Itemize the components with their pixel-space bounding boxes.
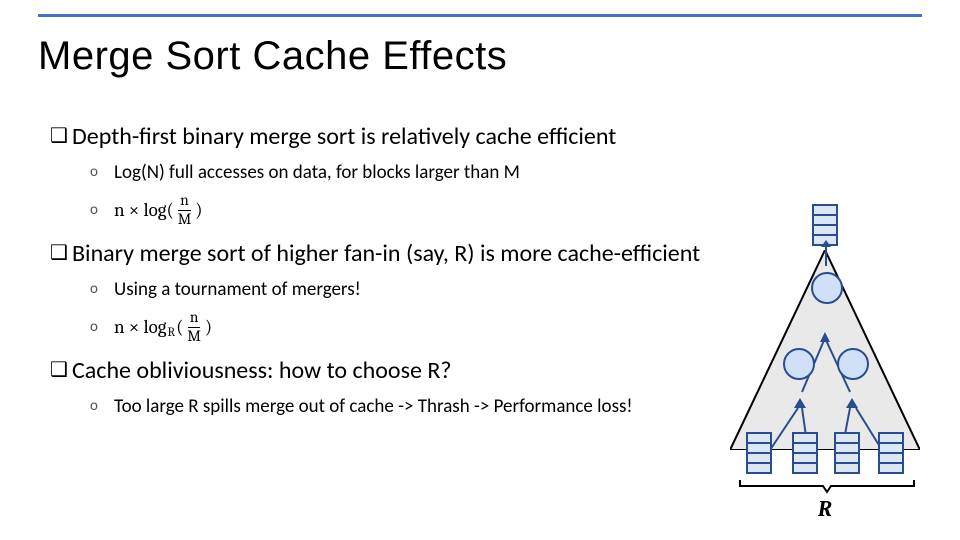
tree-node (837, 348, 869, 380)
subbullet-text: Using a tournament of mergers! (114, 278, 361, 301)
fraction: n M (185, 310, 203, 343)
bullet-depth-first: ❑ Depth-first binary merge sort is relat… (50, 122, 930, 151)
buffer-cell (834, 452, 860, 462)
buffer-cell (746, 452, 772, 462)
circle-bullet-icon: o (90, 395, 114, 417)
subbullet-text: Too large R spills merge out of cache ->… (114, 395, 633, 418)
numerator: n (178, 193, 190, 210)
buffer-cell (746, 432, 772, 442)
square-bullet-icon: ❑ (50, 239, 72, 267)
bullet-text: Binary merge sort of higher fan-in (say,… (72, 239, 700, 268)
slide-title: Merge Sort Cache Effects (38, 34, 507, 79)
square-bullet-icon: ❑ (50, 122, 72, 150)
input-buffer-stack (834, 432, 860, 474)
brace-icon (738, 478, 916, 494)
buffer-cell (878, 462, 904, 474)
tree-node-root (811, 272, 843, 304)
tree-node (783, 348, 815, 380)
buffer-cell (812, 204, 838, 214)
arrow-up-icon (825, 246, 827, 266)
buffer-cell (746, 462, 772, 474)
numerator: n (188, 310, 200, 327)
subbullet-logn: o Log(N) full accesses on data, for bloc… (90, 155, 930, 189)
buffer-cell (878, 442, 904, 452)
buffer-cell (834, 442, 860, 452)
denominator: M (176, 211, 194, 227)
formula-part: ) (195, 199, 202, 221)
input-buffer-stack (878, 432, 904, 474)
bullet-text: Depth-first binary merge sort is relativ… (72, 122, 616, 151)
formula-nlogR-nm: n × log R ( n M ) (114, 310, 212, 343)
formula-part: ( (176, 316, 183, 338)
circle-bullet-icon: o (90, 278, 114, 300)
buffer-cell (792, 462, 818, 474)
formula-part: n × log (114, 316, 166, 338)
buffer-cell (792, 442, 818, 452)
circle-bullet-icon: o (90, 199, 114, 221)
buffer-cell (834, 432, 860, 442)
square-bullet-icon: ❑ (50, 356, 72, 384)
buffer-cell (792, 432, 818, 442)
formula-nlog-nm: n × log( n M ) (114, 193, 203, 226)
formula-part: ) (205, 316, 212, 338)
input-buffer-stack (746, 432, 772, 474)
fanin-label: R (710, 496, 940, 522)
bullet-text: Cache obliviousness: how to choose R? (72, 356, 452, 385)
subscript-R: R (167, 326, 175, 340)
subbullet-text: Log(N) full accesses on data, for blocks… (114, 161, 520, 184)
buffer-cell (746, 442, 772, 452)
formula-part: n × log( (114, 199, 174, 221)
fanin-tree-diagram: R (710, 210, 940, 530)
buffer-cell (812, 224, 838, 234)
buffer-cell (834, 462, 860, 474)
input-buffer-stack (792, 432, 818, 474)
buffer-cell (812, 214, 838, 224)
circle-bullet-icon: o (90, 161, 114, 183)
accent-rule (38, 14, 922, 17)
buffer-cell (878, 432, 904, 442)
fraction: n M (176, 193, 194, 226)
circle-bullet-icon: o (90, 316, 114, 338)
denominator: M (185, 328, 203, 344)
buffer-cell (792, 452, 818, 462)
buffer-cell (878, 452, 904, 462)
